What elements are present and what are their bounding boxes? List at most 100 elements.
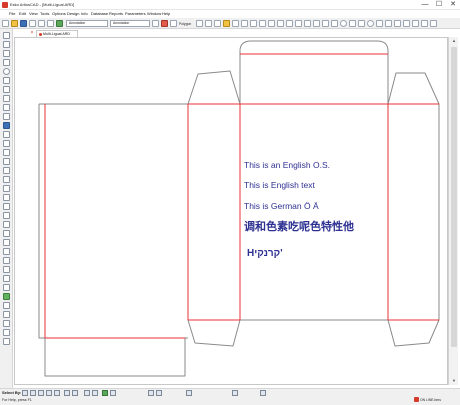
measure-icon[interactable] [313, 20, 320, 27]
menu-file[interactable]: File [9, 12, 15, 16]
menu-options[interactable]: Options [52, 12, 66, 16]
redo-icon[interactable] [47, 20, 54, 27]
dimension-icon[interactable] [322, 20, 329, 27]
measure-tool-icon[interactable] [3, 194, 10, 201]
open-icon[interactable] [11, 20, 18, 27]
menu-parameters[interactable]: Parameters [125, 12, 146, 16]
close-button[interactable]: ✕ [446, 0, 460, 10]
pointer-icon[interactable] [358, 20, 365, 27]
scroll-up-button[interactable]: ▲ [450, 37, 458, 44]
layer2-select[interactable]: Annotation [110, 20, 150, 27]
properties-tool-icon[interactable] [3, 338, 10, 345]
line-tool-icon[interactable] [3, 50, 10, 57]
circle-tool-icon[interactable] [340, 20, 347, 27]
menu-reports[interactable]: Reports [109, 12, 123, 16]
new-icon[interactable] [2, 20, 9, 27]
polyline-tool-icon[interactable] [3, 59, 10, 66]
arrow-icon[interactable] [349, 20, 356, 27]
grid-icon[interactable] [152, 20, 159, 27]
zoom-tool-icon[interactable] [3, 275, 10, 282]
move-icon[interactable] [268, 20, 275, 27]
folder-icon[interactable] [223, 20, 230, 27]
annotation-tool-icon[interactable] [3, 221, 10, 228]
drawing-canvas[interactable]: This is an English O.S. This is English … [14, 37, 448, 385]
trim-tool-icon[interactable] [3, 104, 10, 111]
chamfer-tool-icon[interactable] [3, 140, 10, 147]
text-icon[interactable] [214, 20, 221, 27]
menu-window[interactable]: Window [147, 12, 161, 16]
undo-icon[interactable] [38, 20, 45, 27]
status-indicator-icon [414, 397, 419, 402]
minimize-button[interactable]: — [418, 0, 432, 10]
extend-tool-icon[interactable] [3, 113, 10, 120]
paste-icon[interactable] [241, 20, 248, 27]
zoom-icon[interactable] [367, 20, 374, 27]
menu-design[interactable]: Design [67, 12, 79, 16]
mirror-tool-icon[interactable] [3, 149, 10, 156]
fillet-icon[interactable] [304, 20, 311, 27]
pointer-tool-icon[interactable] [3, 41, 10, 48]
document-tab[interactable]: Multi-Ligual.ARD [36, 30, 78, 37]
nick-tool-icon[interactable] [3, 239, 10, 246]
bridge-tool-icon[interactable] [3, 248, 10, 255]
scroll-down-button[interactable]: ▼ [450, 377, 458, 384]
layer-icon[interactable] [56, 20, 63, 27]
rectangle-tool-icon[interactable] [3, 77, 10, 84]
group-tool-icon[interactable] [3, 320, 10, 327]
menu-info[interactable]: Info [81, 12, 88, 16]
menu-view[interactable]: View [29, 12, 38, 16]
angle-icon[interactable] [331, 20, 338, 27]
extend-icon[interactable] [295, 20, 302, 27]
maximize-button[interactable]: ☐ [432, 0, 446, 10]
copy-icon[interactable] [232, 20, 239, 27]
text-chinese: 调和色素吃呢色特性他 [244, 219, 354, 233]
pan-icon[interactable] [385, 20, 392, 27]
polygon-label: Polygon [179, 22, 192, 26]
layer-tool-icon[interactable] [3, 122, 10, 129]
stretch-tool-icon[interactable] [3, 185, 10, 192]
line-tool-icon[interactable] [161, 20, 168, 27]
text-tool-icon[interactable] [3, 212, 10, 219]
menu-database[interactable]: Database [91, 12, 108, 16]
vertical-scrollbar[interactable]: ▲ ▼ [448, 37, 458, 385]
offset-tool-icon[interactable] [3, 95, 10, 102]
polygon-icon[interactable] [196, 20, 203, 27]
trim-icon[interactable] [286, 20, 293, 27]
menu-edit[interactable]: Edit [19, 12, 26, 16]
scale-icon[interactable] [277, 20, 284, 27]
hatch-tool-icon[interactable] [3, 230, 10, 237]
dimension-tool-icon[interactable] [3, 203, 10, 210]
move-tool-icon[interactable] [3, 167, 10, 174]
menu-help[interactable]: Help [162, 12, 170, 16]
arc-tool-icon[interactable] [3, 68, 10, 75]
tab-close-button[interactable]: × [29, 30, 35, 37]
rotate-icon[interactable] [259, 20, 266, 27]
pan-tool-icon[interactable] [3, 284, 10, 291]
settings-icon[interactable] [403, 20, 410, 27]
check-tool-icon[interactable] [3, 293, 10, 300]
view-3d-icon[interactable] [394, 20, 401, 27]
scale-tool-icon[interactable] [3, 176, 10, 183]
scroll-thumb[interactable] [451, 47, 457, 347]
crease-tool-icon[interactable] [3, 257, 10, 264]
print-icon[interactable] [29, 20, 36, 27]
rotate-tool-icon[interactable] [3, 158, 10, 165]
mirror-icon[interactable] [250, 20, 257, 27]
rectangle-icon[interactable] [205, 20, 212, 27]
properties-icon[interactable] [412, 20, 419, 27]
info-icon[interactable] [430, 20, 437, 27]
menu-tools[interactable]: Tools [40, 12, 49, 16]
fillet-tool-icon[interactable] [3, 131, 10, 138]
ungroup-tool-icon[interactable] [3, 329, 10, 336]
grid-tool-icon[interactable] [3, 302, 10, 309]
bottom-tab-outline [44, 338, 186, 377]
perf-tool-icon[interactable] [3, 266, 10, 273]
arc-tool-icon[interactable] [170, 20, 177, 27]
layer-select[interactable]: Annotation [66, 20, 108, 27]
snap-tool-icon[interactable] [3, 311, 10, 318]
save-icon[interactable] [20, 20, 27, 27]
select-tool-icon[interactable] [3, 32, 10, 39]
zoom-fit-icon[interactable] [376, 20, 383, 27]
help-icon[interactable] [421, 20, 428, 27]
bezier-tool-icon[interactable] [3, 86, 10, 93]
